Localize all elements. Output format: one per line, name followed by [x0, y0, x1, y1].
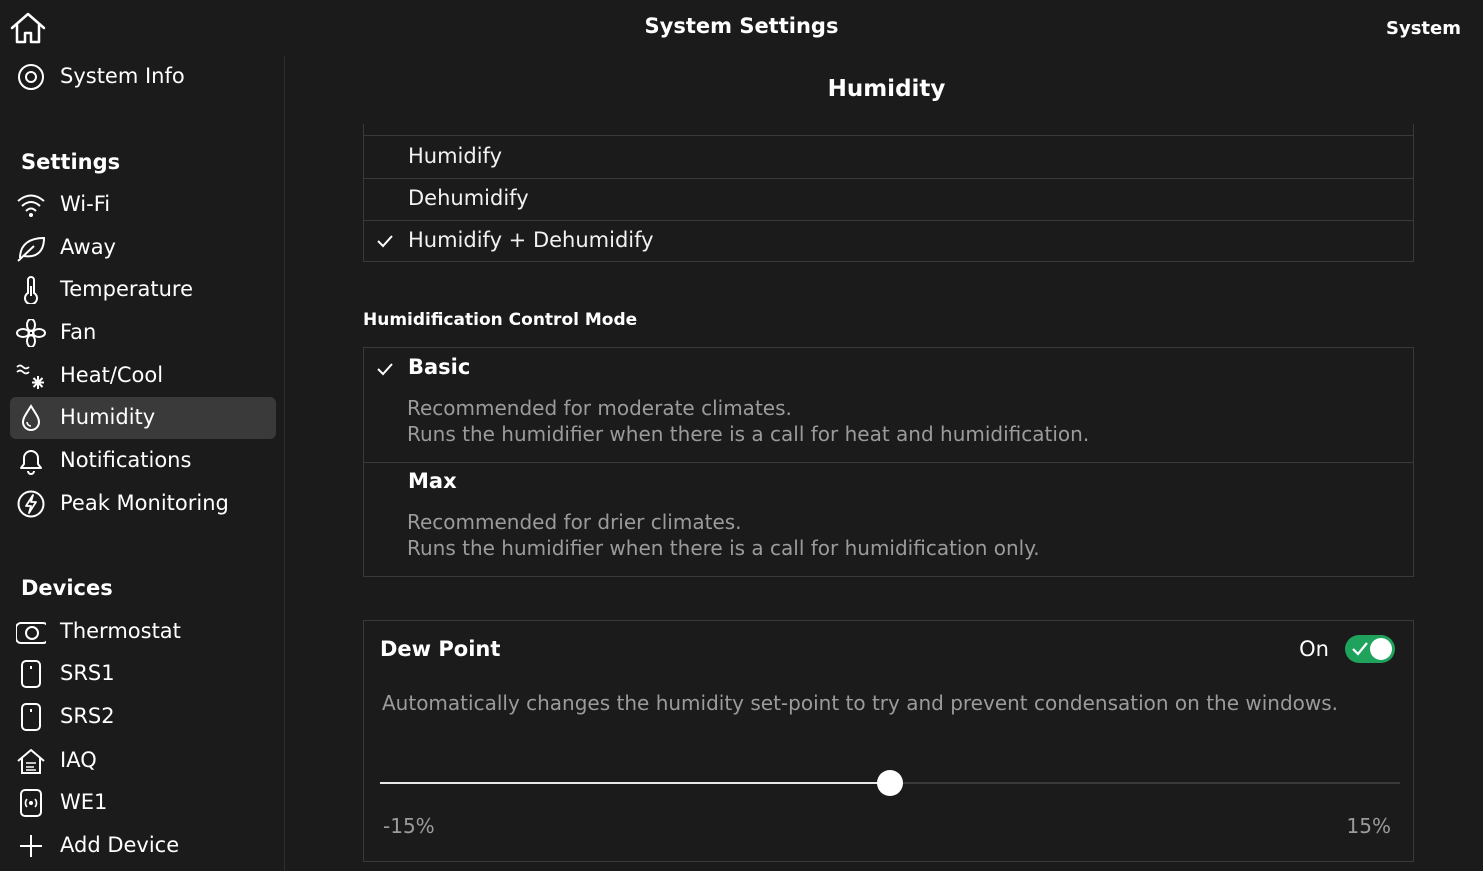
- sidebar-item-label: WE1: [60, 790, 108, 814]
- sidebar-item-label: Heat/Cool: [60, 363, 164, 387]
- dew-point-slider[interactable]: [380, 770, 1400, 796]
- slider-max-label: 15%: [1346, 814, 1391, 838]
- droplet-icon: [21, 404, 41, 431]
- slider-thumb[interactable]: [877, 770, 903, 796]
- sidebar-item-label: Peak Monitoring: [60, 491, 229, 515]
- house-air-icon: [17, 749, 45, 774]
- checkmark-icon: [1352, 642, 1368, 656]
- bolt-icon: [17, 490, 45, 518]
- option-label: Humidify + Dehumidify: [408, 228, 654, 252]
- sidebar-item-label: Fan: [60, 320, 97, 344]
- target-icon: [18, 64, 44, 90]
- sidebar-item-add-device[interactable]: Add Device: [10, 825, 276, 867]
- bell-icon: [20, 450, 42, 475]
- page-title: Humidity: [827, 76, 946, 102]
- heat-cool-icon: [16, 364, 44, 389]
- sidebar-item-srs2[interactable]: SRS2: [10, 696, 276, 738]
- sidebar-item-srs1[interactable]: SRS1: [10, 653, 276, 695]
- sidebar-item-fan[interactable]: Fan: [10, 312, 276, 354]
- option-label: Dehumidify: [408, 186, 529, 210]
- thermostat-icon: [16, 622, 46, 644]
- mode-title: Basic: [408, 355, 471, 379]
- sensor-icon: [21, 660, 41, 688]
- mode-description-line1: Recommended for moderate climates.: [407, 396, 792, 420]
- mode-option-max[interactable]: Max Recommended for drier climates. Runs…: [364, 463, 1413, 577]
- main-content: Humidity Humidify Dehumidify Humidify + …: [285, 56, 1483, 871]
- sidebar-item-label: System Info: [60, 64, 185, 88]
- dew-point-description: Automatically changes the humidity set-p…: [382, 691, 1339, 715]
- mode-description-line1: Recommended for drier climates.: [407, 510, 742, 534]
- sidebar-item-thermostat[interactable]: Thermostat: [10, 611, 276, 653]
- plus-icon: [20, 835, 42, 857]
- control-mode-list: Basic Recommended for moderate climates.…: [363, 347, 1414, 577]
- sidebar-item-humidity[interactable]: Humidity: [10, 397, 276, 439]
- sidebar-item-heat-cool[interactable]: Heat/Cool: [10, 355, 276, 397]
- sidebar-item-we1[interactable]: WE1: [10, 782, 276, 824]
- sidebar-item-temperature[interactable]: Temperature: [10, 269, 276, 311]
- settings-heading: Settings: [21, 150, 121, 174]
- dew-point-toggle[interactable]: [1345, 635, 1395, 663]
- wifi-icon: [17, 194, 45, 217]
- sidebar-item-label: Add Device: [60, 833, 180, 857]
- mode-option-basic[interactable]: Basic Recommended for moderate climates.…: [364, 348, 1413, 463]
- dew-point-card: Dew Point On Automatically changes the h…: [363, 620, 1414, 862]
- sidebar-item-away[interactable]: Away: [10, 227, 276, 269]
- thermometer-icon: [24, 276, 38, 304]
- option-dehumidify[interactable]: Dehumidify: [364, 179, 1413, 220]
- radio-device-icon: [20, 789, 42, 817]
- sidebar-item-label: IAQ: [60, 748, 97, 772]
- sidebar-item-iaq[interactable]: IAQ: [10, 740, 276, 782]
- control-mode-heading: Humidification Control Mode: [363, 310, 638, 330]
- option-humidify[interactable]: Humidify: [364, 136, 1413, 178]
- mode-title: Max: [408, 469, 457, 493]
- toggle-knob: [1370, 638, 1392, 660]
- sidebar-item-label: Away: [60, 235, 116, 259]
- sidebar-item-label: Notifications: [60, 448, 192, 472]
- sidebar-item-label: Thermostat: [60, 619, 181, 643]
- sidebar-item-notifications[interactable]: Notifications: [10, 440, 276, 482]
- sidebar-item-label: Wi-Fi: [60, 192, 111, 216]
- top-bar: System Settings System: [0, 0, 1483, 56]
- checkmark-icon: [377, 363, 393, 376]
- mode-description-line2: Runs the humidifier when there is a call…: [407, 536, 1040, 560]
- sidebar-item-system-info[interactable]: System Info: [10, 56, 276, 98]
- system-label[interactable]: System: [1386, 18, 1461, 39]
- slider-fill: [380, 782, 890, 784]
- leaf-icon: [17, 236, 46, 262]
- checkmark-icon: [377, 235, 393, 248]
- sidebar-item-label: Temperature: [60, 277, 194, 301]
- sidebar-item-label: Humidity: [60, 405, 156, 429]
- devices-heading: Devices: [21, 576, 113, 600]
- option-label: Humidify: [408, 144, 503, 168]
- dew-point-title: Dew Point: [380, 637, 501, 661]
- app-title: System Settings: [644, 14, 839, 38]
- option-humidify-dehumidify[interactable]: Humidify + Dehumidify: [364, 221, 1413, 261]
- sensor-icon: [21, 703, 41, 731]
- equipment-options-list: Humidify Dehumidify Humidify + Dehumidif…: [363, 124, 1414, 262]
- sidebar-item-wifi[interactable]: Wi-Fi: [10, 184, 276, 226]
- sidebar-item-label: SRS1: [60, 661, 115, 685]
- fan-icon: [16, 319, 46, 347]
- sidebar: System Info Settings Wi-Fi Away Temperat…: [0, 56, 285, 871]
- mode-description-line2: Runs the humidifier when there is a call…: [407, 422, 1090, 446]
- sidebar-item-peak-monitoring[interactable]: Peak Monitoring: [10, 483, 276, 525]
- dew-point-state: On: [1299, 637, 1329, 661]
- slider-min-label: -15%: [383, 814, 435, 838]
- sidebar-item-label: SRS2: [60, 704, 115, 728]
